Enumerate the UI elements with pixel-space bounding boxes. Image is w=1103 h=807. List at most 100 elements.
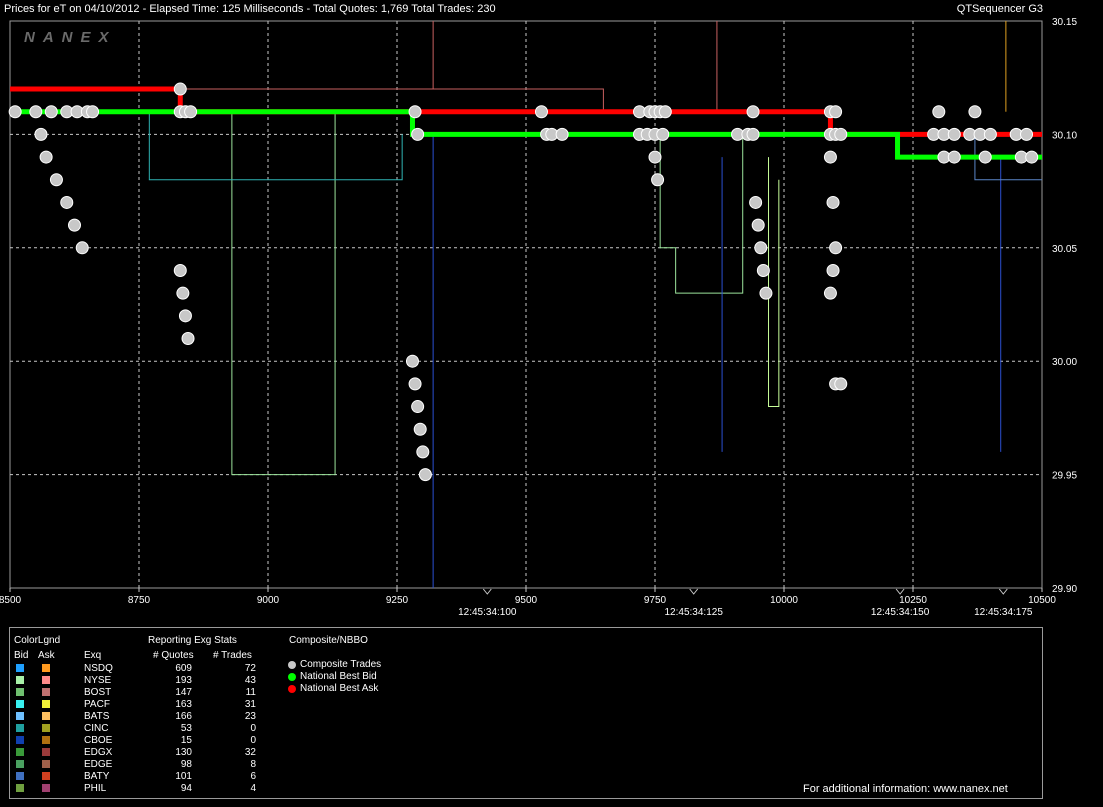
composite-trade-point — [834, 377, 848, 391]
exchange-trades: 43 — [244, 675, 256, 686]
composite-trade-point — [826, 195, 840, 209]
x-tick-label: 8750 — [128, 595, 151, 606]
ask-color-swatch — [42, 676, 50, 684]
composite-trade-point — [34, 127, 48, 141]
exchange-quotes: 53 — [180, 723, 192, 734]
composite-trade-point — [176, 286, 190, 300]
composite-trade-point — [44, 105, 58, 119]
exchange-quotes: 94 — [180, 783, 192, 794]
exchange-name: BATY — [84, 771, 110, 782]
x-tick-label: 9250 — [386, 595, 409, 606]
composite-trade-point — [75, 241, 89, 255]
exchange-quotes: 147 — [175, 687, 192, 698]
composite-title: Composite/NBBO — [289, 635, 368, 646]
time-mark — [482, 588, 492, 595]
composite-trade-point — [49, 173, 63, 187]
exchange-quotes: 609 — [175, 663, 192, 674]
time-mark-label: 12:45:34:175 — [974, 607, 1033, 618]
bid-color-swatch — [16, 688, 24, 696]
composite-trades-swatch — [288, 661, 296, 669]
y-tick-label: 30.10 — [1052, 130, 1077, 141]
exq-header: Exq — [84, 650, 102, 661]
quotes-header: # Quotes — [153, 650, 194, 661]
exchange-trades: 11 — [245, 687, 256, 698]
exchange-quotes: 166 — [175, 711, 192, 722]
composite-trade-point — [413, 422, 427, 436]
composite-trade-point — [68, 218, 81, 232]
exchange-trades: 0 — [250, 723, 256, 734]
exchange-quotes: 193 — [175, 675, 192, 686]
national-best-bid-label: National Best Bid — [300, 671, 377, 682]
exchange-trades: 31 — [244, 699, 256, 710]
ask-color-swatch — [42, 712, 50, 720]
composite-trade-point — [947, 150, 961, 164]
ask-color-swatch — [42, 700, 50, 708]
nanex-watermark: NANEX — [24, 29, 117, 46]
composite-trade-point — [173, 263, 187, 277]
composite-trade-point — [408, 105, 422, 119]
national-best-ask-swatch — [288, 685, 296, 693]
bid-color-swatch — [16, 784, 24, 792]
composite-trade-point — [834, 127, 848, 141]
composite-trade-point — [751, 218, 765, 232]
composite-trade-point — [1025, 150, 1039, 164]
y-tick-label: 29.95 — [1052, 471, 1077, 482]
exchange-name: BOST — [84, 687, 112, 698]
composite-trade-point — [408, 377, 422, 391]
composite-trade-point — [978, 150, 992, 164]
time-mark-label: 12:45:34:150 — [871, 607, 930, 618]
x-tick-label: 10250 — [899, 595, 927, 606]
composite-trade-point — [29, 105, 43, 119]
composite-trade-point — [749, 195, 763, 209]
exchange-quotes: 98 — [180, 759, 192, 770]
exchange-quotes: 15 — [180, 735, 192, 746]
exchange-trades: 72 — [244, 663, 256, 674]
composite-trade-point — [658, 105, 672, 119]
composite-trade-point — [181, 332, 195, 346]
composite-trade-point — [86, 105, 100, 119]
exchange-name: NSDQ — [84, 663, 113, 674]
composite-trades-label: Composite Trades — [300, 659, 382, 670]
composite-trade-point — [651, 173, 665, 187]
exchange-name: EDGX — [84, 747, 113, 758]
ask-color-swatch — [42, 724, 50, 732]
composite-trade-point — [648, 150, 662, 164]
bid-color-swatch — [16, 736, 24, 744]
y-tick-label: 30.05 — [1052, 244, 1077, 255]
bid-color-swatch — [16, 724, 24, 732]
composite-trade-point — [178, 309, 192, 323]
exchange-trades: 8 — [250, 759, 256, 770]
bid-color-swatch — [16, 700, 24, 708]
x-tick-label: 10500 — [1028, 595, 1056, 606]
composite-trade-point — [1020, 127, 1034, 141]
bid-color-swatch — [16, 664, 24, 672]
exchange-name: CINC — [84, 723, 109, 734]
exchange-trades: 0 — [250, 735, 256, 746]
x-tick-label: 10000 — [770, 595, 798, 606]
exchange-trades: 6 — [250, 771, 256, 782]
y-tick-label: 30.00 — [1052, 357, 1077, 368]
composite-trade-point — [416, 445, 430, 459]
stats-title: Reporting Exg Stats — [148, 635, 237, 646]
exchange-quotes: 101 — [175, 771, 192, 782]
x-tick-label: 8500 — [0, 595, 22, 606]
composite-trade-point — [932, 105, 946, 119]
legend-panel: ColorLgnd Bid Ask Exq Reporting Exg Stat… — [9, 627, 1043, 799]
composite-trade-point — [184, 105, 198, 119]
composite-trade-point — [555, 127, 569, 141]
composite-trade-point — [411, 127, 425, 141]
ask-color-swatch — [42, 784, 50, 792]
ask-color-swatch — [42, 736, 50, 744]
x-tick-label: 9000 — [257, 595, 280, 606]
bid-color-swatch — [16, 712, 24, 720]
composite-trade-point — [947, 127, 961, 141]
colorlgnd-label: ColorLgnd — [14, 635, 61, 646]
exchange-trades: 23 — [244, 711, 256, 722]
bid-color-swatch — [16, 760, 24, 768]
exchange-name: PACF — [84, 699, 110, 710]
bid-color-swatch — [16, 748, 24, 756]
price-chart: 8500 8750 9000 9250 9500 9750 10000 10250 105001… — [0, 17, 1077, 618]
ask-color-swatch — [42, 688, 50, 696]
ask-header: Ask — [38, 650, 55, 661]
composite-trade-point — [746, 105, 760, 119]
